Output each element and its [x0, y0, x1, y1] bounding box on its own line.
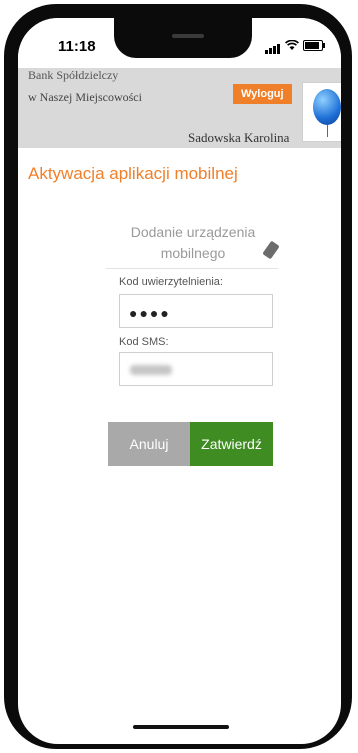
- app-header: Bank Spółdzielczy w Naszej Miejscowości …: [18, 68, 341, 148]
- auth-code-field[interactable]: ●●●●: [119, 294, 273, 328]
- home-indicator[interactable]: [133, 725, 229, 729]
- status-time: 11:18: [58, 38, 96, 55]
- section-title: Dodanie urządzenia mobilnego: [130, 224, 256, 261]
- page-title: Aktywacja aplikacji mobilnej: [28, 164, 238, 183]
- status-bar: 11:18: [18, 18, 341, 68]
- sms-code-label: Kod SMS:: [119, 336, 169, 348]
- confirm-button[interactable]: Zatwierdź: [190, 422, 273, 466]
- wifi-icon: [285, 39, 299, 50]
- sms-code-field[interactable]: [119, 352, 273, 386]
- mute-switch: [4, 96, 12, 118]
- signal-icon: [265, 36, 281, 54]
- auth-code-value: ●●●●: [129, 305, 171, 321]
- auth-code-label: Kod uwierzytelnienia:: [119, 276, 223, 288]
- volume-down-button: [4, 212, 12, 264]
- volume-up-button: [4, 150, 12, 202]
- sms-code-value-blurred: [130, 365, 172, 375]
- system-icons: [265, 36, 325, 54]
- phone-screen: 11:18 Bank Spółdzielczy w Naszej Miejsco…: [18, 18, 341, 744]
- phone-frame: 11:18 Bank Spółdzielczy w Naszej Miejsco…: [4, 4, 352, 749]
- avatar[interactable]: [302, 82, 341, 142]
- cancel-button[interactable]: Anuluj: [108, 422, 190, 466]
- logout-button[interactable]: Wyloguj: [233, 84, 292, 104]
- balloon-icon: [313, 89, 341, 125]
- bank-name-line2: w Naszej Miejscowości: [28, 90, 142, 104]
- battery-icon: [303, 39, 325, 51]
- divider: [106, 268, 278, 269]
- bank-name-line1: Bank Spółdzielczy: [28, 68, 119, 82]
- notch: [114, 18, 252, 58]
- user-name: Sadowska Karolina: [188, 130, 290, 145]
